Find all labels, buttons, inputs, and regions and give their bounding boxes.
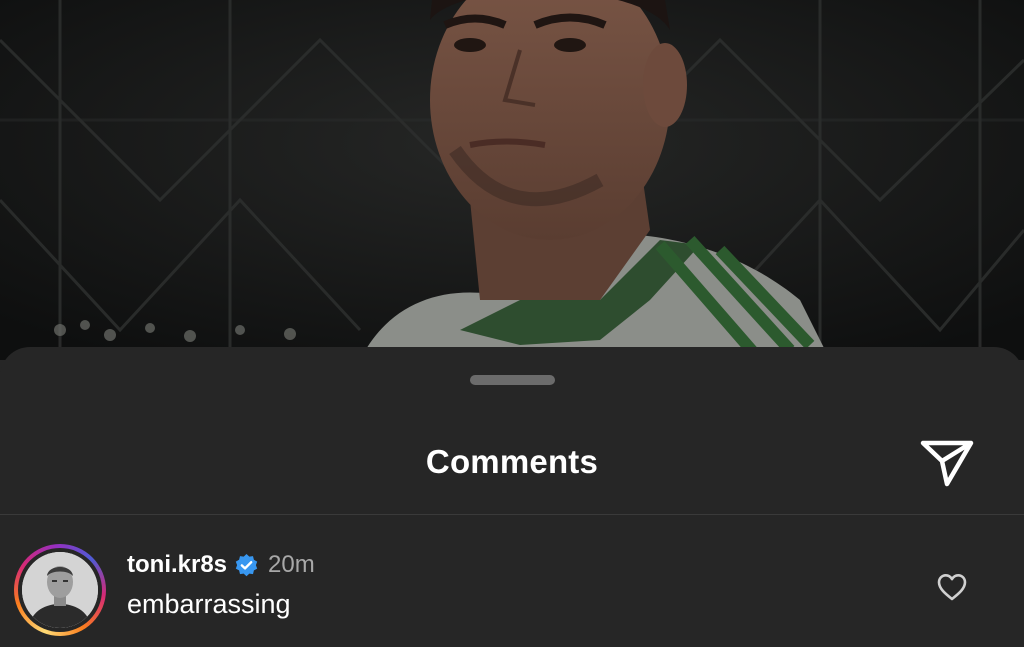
comment-item: toni.kr8s 20m embarrassing (0, 542, 1024, 642)
player-portrait-photo (0, 0, 1024, 360)
instagram-post-view: Comments toni.kr8s 20m embarrassing (0, 0, 1024, 647)
sheet-divider (0, 514, 1024, 515)
comment-meta: toni.kr8s 20m (127, 548, 315, 582)
verified-badge-icon (234, 553, 259, 578)
comment-username[interactable]: toni.kr8s (127, 551, 227, 579)
paper-plane-icon[interactable] (918, 436, 976, 488)
post-image (0, 0, 1024, 360)
comments-sheet: Comments toni.kr8s 20m embarrassing (0, 347, 1024, 647)
user-photo (22, 552, 98, 628)
avatar (22, 552, 98, 628)
sheet-drag-handle[interactable] (470, 375, 555, 385)
heart-outline-icon[interactable] (936, 572, 968, 602)
avatar-story-ring[interactable] (14, 544, 106, 636)
comment-timestamp: 20m (268, 551, 315, 578)
sheet-title: Comments (425, 443, 599, 480)
comment-text: embarrassing (127, 589, 291, 619)
